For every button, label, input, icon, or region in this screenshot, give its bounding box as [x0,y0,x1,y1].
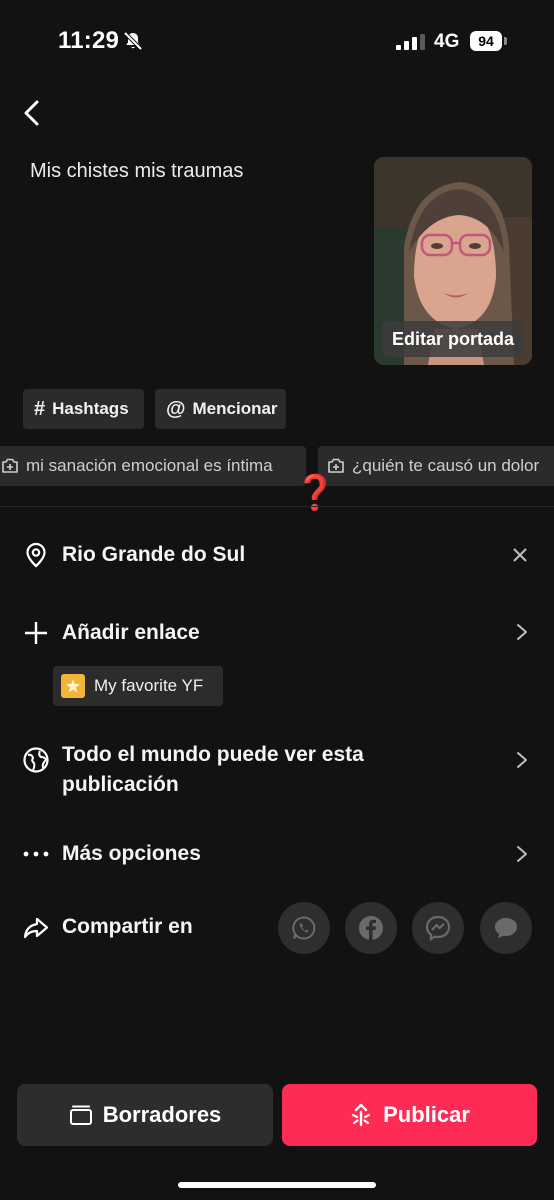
drafts-icon [69,1105,92,1125]
publish-button[interactable]: Publicar [282,1084,537,1146]
signal-strength-icon [396,34,425,50]
publish-label: Publicar [383,1102,470,1127]
add-link-label: Añadir enlace [62,621,200,644]
chevron-right-icon [517,752,527,768]
status-time: 11:29 [58,27,120,54]
add-suggestion-icon [2,458,18,473]
yf-link-icon [61,674,85,698]
chevron-right-icon [517,624,527,640]
drafts-button[interactable]: Borradores [17,1084,273,1146]
close-icon[interactable] [512,547,528,563]
privacy-label-line2: publicación [62,773,179,796]
publish-icon [351,1103,371,1127]
mention-button[interactable]: @ Mencionar [155,389,286,429]
share-label: Compartir en [62,915,193,938]
suggestion-label: mi sanación emocional es íntima [26,456,273,475]
more-options-label: Más opciones [62,842,201,865]
chevron-right-icon [517,846,527,862]
location-pin-icon [26,542,46,568]
location-label: Rio Grande do Sul [62,543,246,566]
privacy-label-line1: Todo el mundo puede ver esta [62,743,364,766]
share-whatsapp-button[interactable] [278,902,330,954]
share-message-button[interactable] [480,902,532,954]
drafts-label: Borradores [102,1102,222,1127]
mention-label: Mencionar [192,399,278,418]
hashtags-label: Hashtags [52,399,129,418]
plus-icon [25,622,47,644]
caption-text[interactable]: Mis chistes mis traumas [30,160,243,183]
whatsapp-icon [292,916,316,940]
battery-tip [504,37,507,45]
network-type: 4G [434,31,460,52]
home-indicator [178,1182,376,1188]
messenger-icon [425,915,451,941]
cover-thumbnail[interactable]: Editar portada [374,157,532,365]
share-messenger-button[interactable] [412,902,464,954]
share-facebook-button[interactable] [345,902,397,954]
more-dots-icon [23,851,49,857]
battery-icon: 94 [470,31,507,51]
section-divider [0,506,554,507]
battery-level: 94 [470,31,502,51]
facebook-icon [359,916,383,940]
link-tag-label: My favorite YF [94,676,204,695]
question-mark-emoji: ❓ [294,474,337,512]
link-tag[interactable]: My favorite YF [53,666,223,706]
suggestion-label: ¿quién te causó un dolor [352,456,540,475]
post-settings-screen: 11:29 4G 94 Mis chistes mis traumas Edit… [0,0,554,1200]
at-icon: @ [166,397,186,420]
suggestion-chip[interactable]: mi sanación emocional es íntima [0,446,306,486]
globe-icon [23,747,49,773]
share-arrow-icon [23,917,49,939]
back-chevron-icon[interactable] [18,98,48,128]
edit-cover-button[interactable]: Editar portada [382,321,524,357]
message-icon [495,918,517,939]
hashtag-icon: # [34,397,46,420]
suggestion-chip[interactable]: ¿quién te causó un dolor [318,446,554,486]
hashtags-button[interactable]: # Hashtags [23,389,144,429]
bell-muted-icon [123,31,143,51]
